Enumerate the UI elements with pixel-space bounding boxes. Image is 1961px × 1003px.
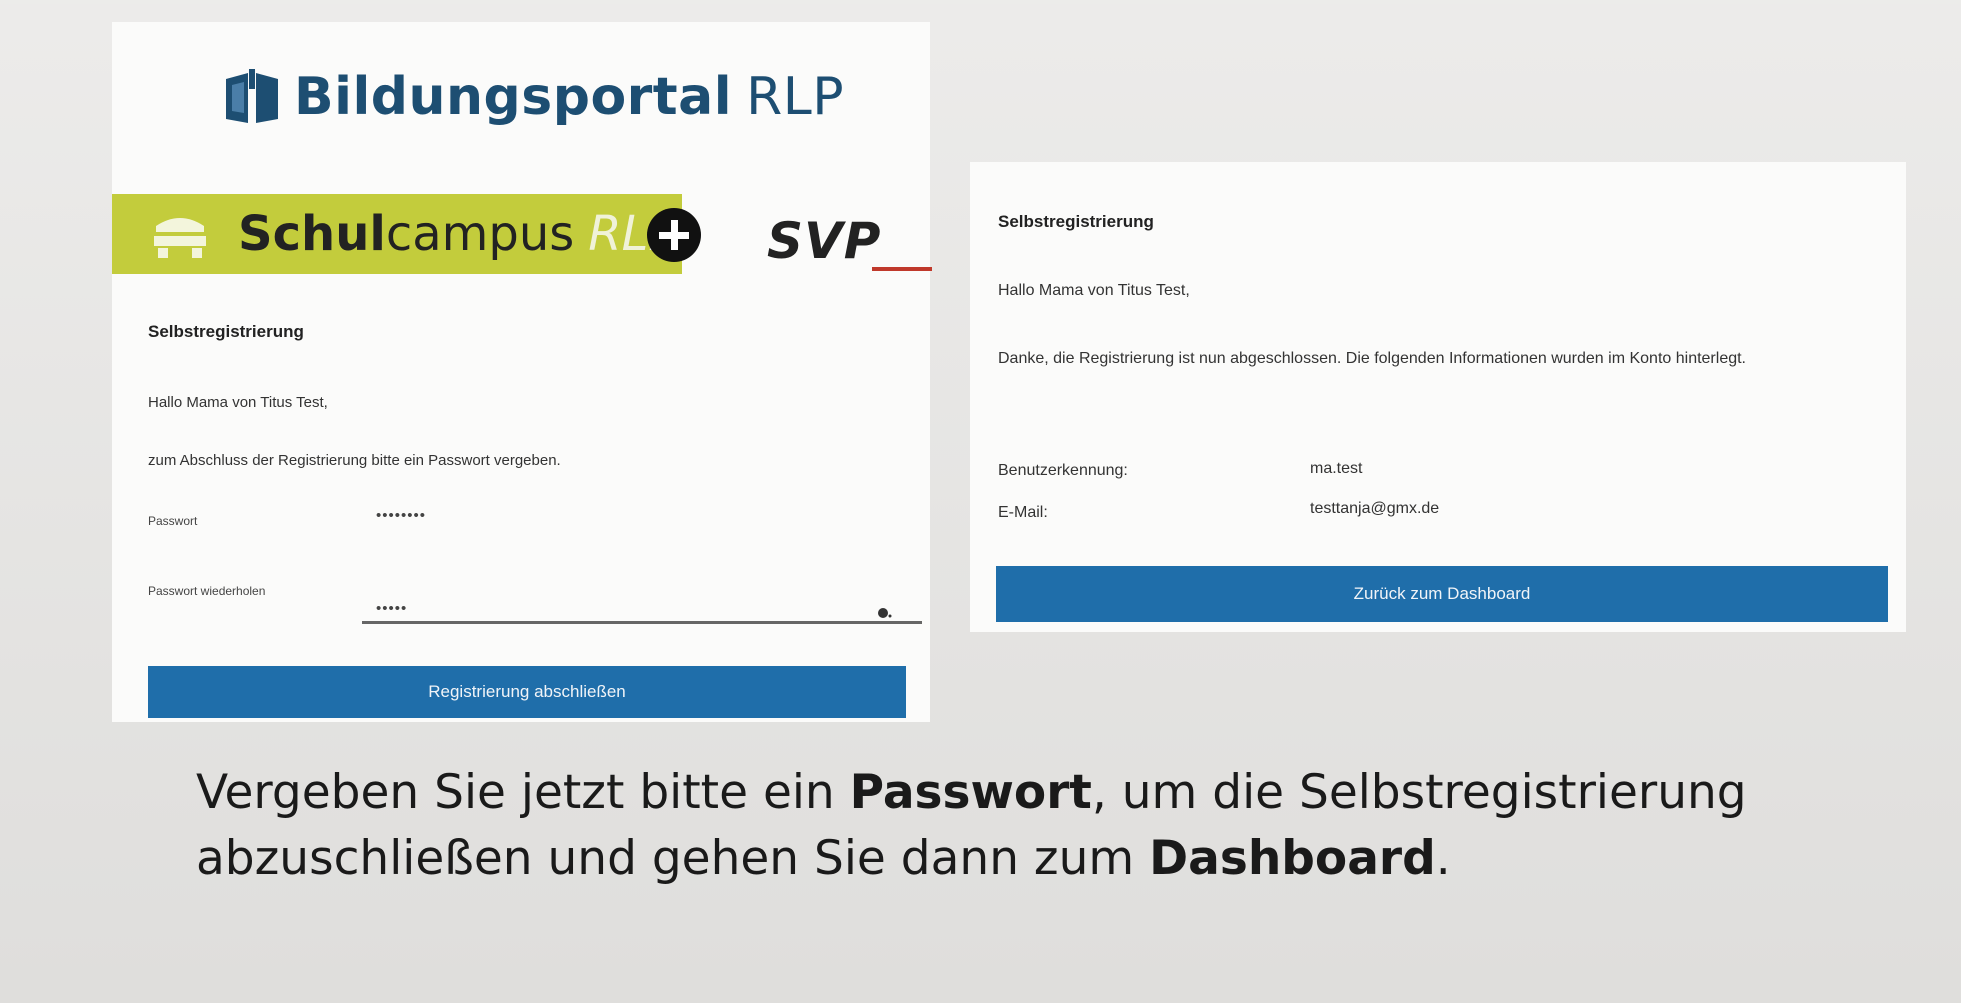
page-title: Selbstregistrierung <box>148 322 304 341</box>
schulcampus-banner: Schulcampus RLP <box>112 194 682 274</box>
svp-logo: SVP <box>767 212 882 270</box>
caption-part: . <box>1435 831 1451 886</box>
email-value: testtanja@gmx.de <box>1310 500 1440 517</box>
password-label: Passwort <box>148 514 198 528</box>
password-repeat-label: Passwort wiederholen <box>148 584 266 598</box>
caption-bold-dashboard: Dashboard <box>1149 831 1436 886</box>
password-registration-screen: Bildungsportal RLP Schulcampus RLP SVP Sel… <box>112 22 932 722</box>
brand-suffix: RLP <box>746 67 845 127</box>
show-password-icon[interactable] <box>874 606 892 620</box>
page-title: Selbstregistrierung <box>998 212 1154 231</box>
registration-complete-screen: Selbstregistrierung Hallo Mama von Titus… <box>970 162 1906 632</box>
password-repeat-field[interactable] <box>362 596 922 624</box>
complete-registration-button[interactable]: Registrierung abschließen <box>148 666 906 718</box>
book-icon <box>226 69 278 123</box>
caption-part: Vergeben Sie jetzt bitte ein <box>196 765 850 820</box>
caption-bold-password: Passwort <box>849 765 1092 820</box>
back-to-dashboard-button[interactable]: Zurück zum Dashboard <box>996 566 1888 622</box>
greeting-text: Hallo Mama von Titus Test, <box>998 282 1190 299</box>
svp-logo-accent <box>872 267 932 271</box>
bildungsportal-logo: Bildungsportal RLP <box>222 62 844 132</box>
username-label: Benutzerkennung: <box>998 462 1128 479</box>
confirmation-text: Danke, die Registrierung ist nun abgesch… <box>998 350 1746 367</box>
schulcampus-name: Schulcampus RLP <box>238 206 678 262</box>
instruction-text: zum Abschluss der Registrierung bitte ei… <box>148 452 561 469</box>
password-field[interactable]: •••••••• <box>376 507 426 524</box>
plus-icon <box>647 208 701 262</box>
instruction-caption: Vergeben Sie jetzt bitte ein Passwort, u… <box>196 760 1796 892</box>
brand-name: Bildungsportal RLP <box>294 67 845 127</box>
greeting-text: Hallo Mama von Titus Test, <box>148 394 328 411</box>
school-building-icon <box>154 218 206 258</box>
email-label: E-Mail: <box>998 504 1048 521</box>
username-value: ma.test <box>1310 460 1363 477</box>
